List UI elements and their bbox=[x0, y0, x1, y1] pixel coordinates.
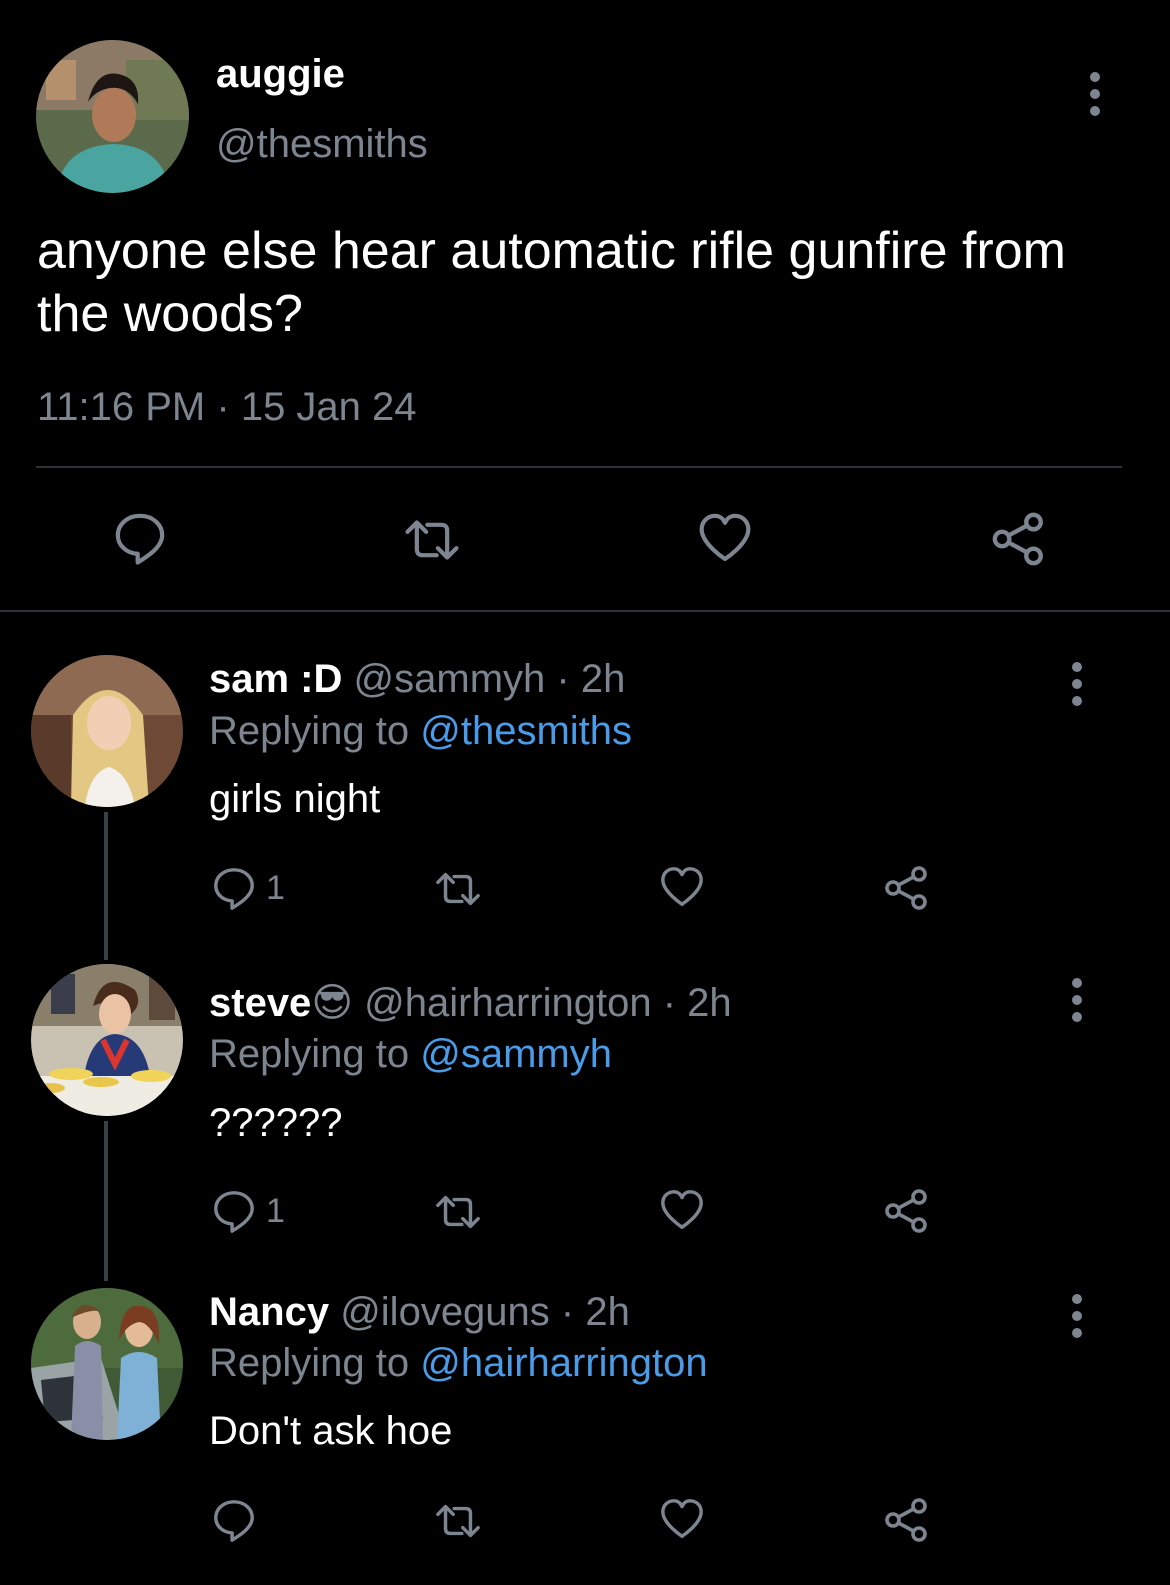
reply-time: 2h bbox=[580, 657, 626, 701]
more-icon[interactable] bbox=[1071, 978, 1083, 1022]
like-icon bbox=[658, 1496, 706, 1542]
like-button[interactable] bbox=[658, 1187, 706, 1233]
share-button[interactable] bbox=[883, 1187, 931, 1235]
like-button[interactable] bbox=[658, 864, 706, 910]
author-name[interactable]: auggie bbox=[216, 52, 345, 97]
reply-header: steve😎 @hairharrington · 2h bbox=[209, 980, 732, 1026]
replying-prefix: Replying to bbox=[209, 709, 421, 753]
reply-text: girls night bbox=[209, 777, 381, 821]
replying-to: Replying to @sammyh bbox=[209, 1032, 612, 1077]
reply-count: 1 bbox=[266, 868, 285, 907]
avatar[interactable] bbox=[36, 40, 189, 193]
reply-icon bbox=[112, 510, 168, 566]
like-button[interactable] bbox=[658, 1496, 706, 1542]
share-icon bbox=[883, 1496, 931, 1544]
share-button[interactable] bbox=[883, 1496, 931, 1544]
retweet-button[interactable] bbox=[430, 1498, 486, 1544]
thread-line bbox=[104, 1121, 108, 1281]
retweet-button[interactable] bbox=[430, 866, 486, 912]
share-icon bbox=[990, 510, 1048, 568]
reply-time: 2h bbox=[687, 981, 732, 1025]
reply-button[interactable] bbox=[210, 1497, 258, 1543]
reply-icon bbox=[210, 1497, 258, 1543]
reply-count: 1 bbox=[266, 1191, 285, 1230]
replying-prefix: Replying to bbox=[209, 1341, 421, 1385]
reply-icon bbox=[210, 1188, 258, 1234]
like-button[interactable] bbox=[696, 510, 754, 566]
divider bbox=[0, 610, 1170, 612]
author-handle[interactable]: @thesmiths bbox=[216, 122, 428, 167]
like-icon bbox=[696, 510, 754, 566]
tweet-time: 11:16 PM bbox=[37, 385, 206, 429]
author-handle[interactable]: @sammyh bbox=[354, 657, 546, 701]
reply-button[interactable]: 1 bbox=[210, 1188, 285, 1234]
retweet-button[interactable] bbox=[430, 1189, 486, 1235]
separator: · bbox=[556, 657, 570, 701]
separator: · bbox=[662, 981, 677, 1025]
share-button[interactable] bbox=[990, 510, 1048, 568]
tweet-timestamp: 11:16 PM · 15 Jan 24 bbox=[37, 385, 417, 430]
author-handle[interactable]: @iloveguns bbox=[340, 1290, 550, 1334]
share-icon bbox=[883, 864, 931, 912]
reply-icon bbox=[210, 865, 258, 911]
separator: · bbox=[216, 385, 230, 429]
more-icon[interactable] bbox=[1089, 72, 1101, 116]
reply-text: ?????? bbox=[209, 1101, 343, 1145]
reply-time: 2h bbox=[585, 1290, 630, 1334]
replying-to-link[interactable]: @sammyh bbox=[420, 1032, 612, 1076]
reply-button[interactable] bbox=[112, 510, 168, 566]
retweet-icon bbox=[430, 1498, 486, 1544]
like-icon bbox=[658, 1187, 706, 1233]
author-name[interactable]: steve bbox=[209, 981, 311, 1025]
reply-text: Don't ask hoe bbox=[209, 1409, 453, 1453]
share-icon bbox=[883, 1187, 931, 1235]
replying-to: Replying to @hairharrington bbox=[209, 1341, 708, 1386]
replying-to-link[interactable]: @hairharrington bbox=[420, 1341, 707, 1385]
retweet-icon bbox=[430, 866, 486, 912]
replying-to-link[interactable]: @thesmiths bbox=[420, 709, 632, 753]
reply-header: sam :D @sammyh · 2h bbox=[209, 657, 625, 702]
reply-header: Nancy @iloveguns · 2h bbox=[209, 1290, 630, 1335]
separator: · bbox=[560, 1290, 575, 1334]
avatar[interactable] bbox=[31, 1288, 183, 1440]
thread-line bbox=[104, 812, 108, 960]
divider bbox=[36, 466, 1122, 468]
retweet-button[interactable] bbox=[400, 512, 464, 568]
replying-to: Replying to @thesmiths bbox=[209, 709, 632, 754]
author-handle[interactable]: @hairharrington bbox=[364, 981, 651, 1025]
like-icon bbox=[658, 864, 706, 910]
retweet-icon bbox=[430, 1189, 486, 1235]
avatar[interactable] bbox=[31, 655, 183, 807]
tweet-text: anyone else hear automatic rifle gunfire… bbox=[37, 222, 1066, 343]
author-name[interactable]: sam :D bbox=[209, 657, 342, 701]
replying-prefix: Replying to bbox=[209, 1032, 421, 1076]
more-icon[interactable] bbox=[1071, 662, 1083, 706]
tweet-date: 15 Jan 24 bbox=[240, 385, 417, 429]
author-name[interactable]: Nancy bbox=[209, 1290, 329, 1334]
reply-button[interactable]: 1 bbox=[210, 865, 285, 911]
more-icon[interactable] bbox=[1071, 1294, 1083, 1338]
avatar[interactable] bbox=[31, 964, 183, 1116]
retweet-icon bbox=[400, 512, 464, 568]
emoji: 😎 bbox=[311, 980, 354, 1026]
share-button[interactable] bbox=[883, 864, 931, 912]
